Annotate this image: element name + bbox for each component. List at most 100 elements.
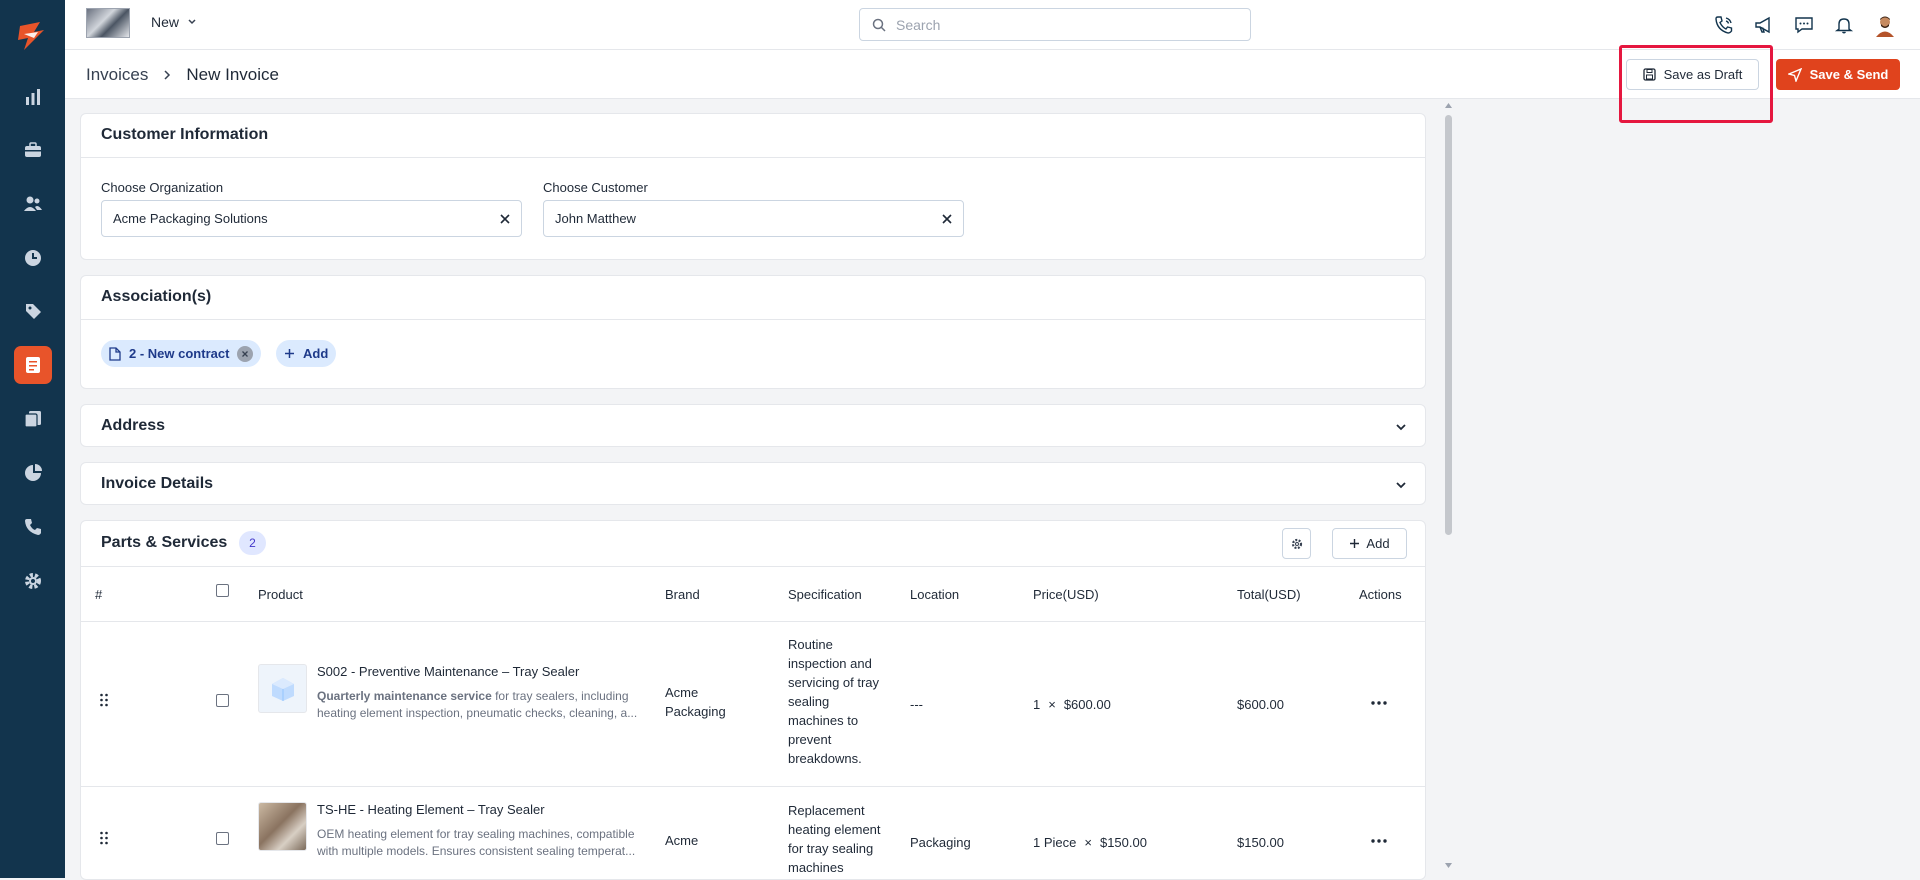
parts-title: Parts & Services xyxy=(101,534,228,551)
analytics-icon[interactable] xyxy=(14,78,52,116)
address-title: Address xyxy=(101,417,166,434)
customer-info-title: Customer Information xyxy=(101,126,269,143)
search-icon xyxy=(872,18,886,32)
product-description-text: OEM heating element for tray sealing mac… xyxy=(317,827,636,858)
chevron-down-icon[interactable] xyxy=(1395,479,1407,491)
association-chip-label: 2 - New contract xyxy=(129,346,230,361)
location-cell: Packaging xyxy=(910,835,971,850)
column-header-number: # xyxy=(95,587,103,602)
organization-select[interactable]: Acme Packaging Solutions xyxy=(101,200,522,237)
row-checkbox[interactable] xyxy=(216,694,229,707)
select-all-checkbox[interactable] xyxy=(216,584,229,597)
breadcrumb: Invoices New Invoice xyxy=(86,65,279,85)
divider xyxy=(81,566,1425,567)
divider xyxy=(81,157,1425,158)
box-icon xyxy=(271,677,294,701)
more-actions-icon[interactable] xyxy=(1371,839,1387,843)
megaphone-icon[interactable] xyxy=(1752,13,1776,37)
divider xyxy=(81,786,1425,787)
quantity: 1 xyxy=(1033,697,1041,712)
column-header-product: Product xyxy=(258,587,303,602)
chevron-right-icon xyxy=(164,70,171,80)
unit-price: $600.00 xyxy=(1063,697,1111,712)
send-icon xyxy=(1787,67,1802,82)
product-name[interactable]: S002 - Preventive Maintenance – Tray Sea… xyxy=(317,664,579,679)
chevron-down-icon xyxy=(188,19,196,25)
phone-icon[interactable] xyxy=(14,508,52,546)
total-cell: $150.00 xyxy=(1237,835,1284,850)
multiply-icon: × xyxy=(1084,835,1092,850)
unit-price: $150.00 xyxy=(1099,835,1147,850)
workspace-thumbnail[interactable] xyxy=(86,8,130,38)
page-title: New Invoice xyxy=(186,65,279,84)
column-header-brand: Brand xyxy=(665,587,700,602)
customer-info-card: Customer Information Choose Organization… xyxy=(80,113,1426,260)
column-header-actions: Actions xyxy=(1359,587,1402,602)
total-cell: $600.00 xyxy=(1237,697,1284,712)
search-input[interactable] xyxy=(896,16,1236,33)
scrollbar-thumb[interactable] xyxy=(1445,115,1452,535)
more-actions-icon[interactable] xyxy=(1371,701,1387,705)
add-association-label: Add xyxy=(303,346,329,361)
price-cell: 1 Piece × $150.00 xyxy=(1033,833,1147,852)
remove-icon[interactable] xyxy=(237,345,254,362)
deals-icon[interactable] xyxy=(14,131,52,169)
associations-card: Association(s) 2 - New contract Add xyxy=(80,275,1426,389)
specification-cell: Routine inspection and servicing of tray… xyxy=(788,637,880,766)
drag-handle-icon[interactable] xyxy=(99,693,109,707)
phone-call-icon[interactable] xyxy=(1712,13,1736,37)
contacts-icon[interactable] xyxy=(14,185,52,223)
breadcrumb-invoices[interactable]: Invoices xyxy=(86,65,148,85)
multiply-icon: × xyxy=(1048,697,1056,712)
product-description: OEM heating element for tray sealing mac… xyxy=(317,826,639,860)
activities-icon[interactable] xyxy=(14,239,52,277)
new-dropdown[interactable]: New xyxy=(151,14,197,30)
price-cell: 1 × $600.00 xyxy=(1033,695,1111,714)
save-draft-label: Save as Draft xyxy=(1663,67,1743,82)
parts-services-card: Parts & Services 2 Add # Product Brand S… xyxy=(80,520,1426,880)
search-box[interactable] xyxy=(859,8,1251,41)
column-header-location: Location xyxy=(910,587,960,602)
customer-label: Choose Customer xyxy=(543,180,648,195)
customer-value: John Matthew xyxy=(555,211,636,226)
save-send-button[interactable]: Save & Send xyxy=(1776,59,1900,90)
row-checkbox[interactable] xyxy=(216,832,229,845)
organization-label: Choose Organization xyxy=(101,180,224,195)
add-association-button[interactable]: Add xyxy=(276,340,337,367)
page-header: Invoices New Invoice Save as Draft Save … xyxy=(65,50,1920,99)
drag-handle-icon[interactable] xyxy=(99,831,109,845)
save-draft-button[interactable]: Save as Draft xyxy=(1626,59,1759,90)
settings-icon[interactable] xyxy=(14,562,52,600)
brand-cell: Acme Packaging xyxy=(665,685,726,719)
column-header-total: Total(USD) xyxy=(1237,587,1301,602)
top-icons xyxy=(1712,12,1898,38)
divider xyxy=(81,621,1425,622)
association-chip[interactable]: 2 - New contract xyxy=(101,340,262,367)
invoice-details-section[interactable]: Invoice Details xyxy=(80,462,1426,505)
scroll-down-arrow-icon[interactable] xyxy=(1444,862,1453,870)
invoices-icon[interactable] xyxy=(14,346,52,384)
plus-icon xyxy=(1350,539,1360,548)
logo-icon[interactable] xyxy=(14,18,50,54)
products-icon[interactable] xyxy=(14,292,52,330)
bell-icon[interactable] xyxy=(1832,13,1856,37)
divider xyxy=(81,319,1425,320)
scroll-up-arrow-icon[interactable] xyxy=(1444,101,1453,109)
reports-icon[interactable] xyxy=(14,454,52,492)
organization-value: Acme Packaging Solutions xyxy=(113,211,268,226)
product-name[interactable]: TS-HE - Heating Element – Tray Sealer xyxy=(317,802,545,817)
chat-icon[interactable] xyxy=(1792,13,1816,37)
location-cell: --- xyxy=(910,697,923,712)
document-icon xyxy=(109,346,121,361)
product-description: Quarterly maintenance service for tray s… xyxy=(317,688,639,722)
table-settings-button[interactable] xyxy=(1282,528,1311,559)
documents-icon[interactable] xyxy=(14,400,52,438)
scrollbar[interactable] xyxy=(1444,101,1453,871)
chevron-down-icon[interactable] xyxy=(1395,421,1407,433)
add-part-button[interactable]: Add xyxy=(1332,528,1407,559)
customer-select[interactable]: John Matthew xyxy=(543,200,964,237)
user-avatar[interactable] xyxy=(1872,12,1898,38)
clear-icon[interactable] xyxy=(941,213,953,225)
address-section[interactable]: Address xyxy=(80,404,1426,447)
clear-icon[interactable] xyxy=(499,213,511,225)
